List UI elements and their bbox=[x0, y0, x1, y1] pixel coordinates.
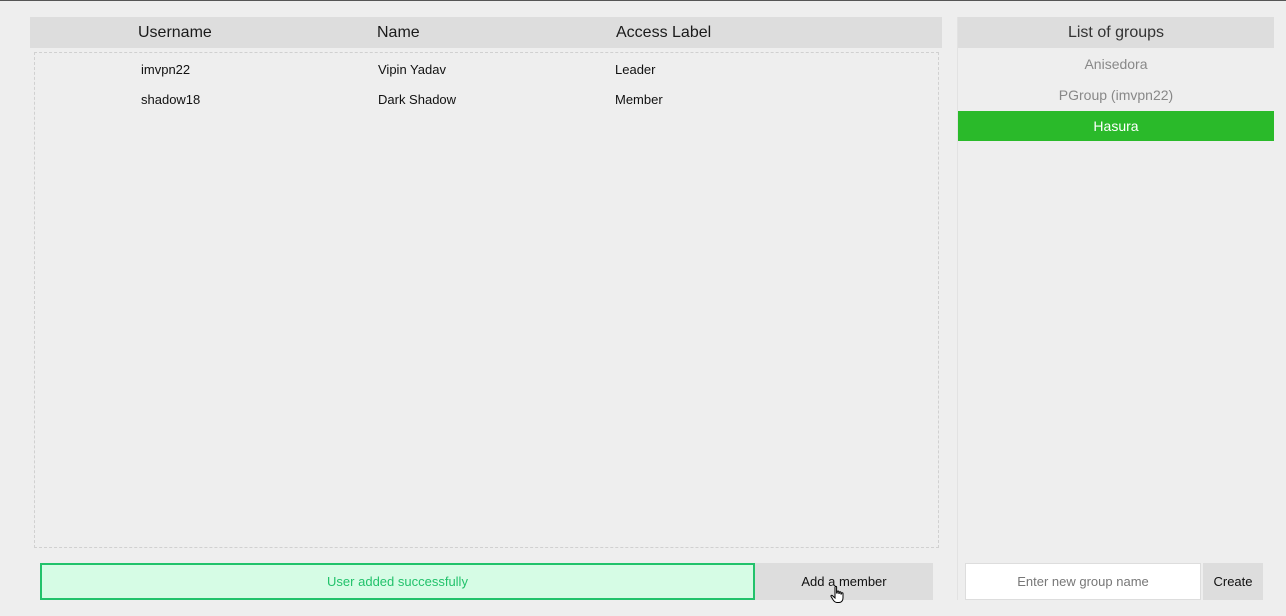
column-header-name[interactable]: Name bbox=[377, 24, 420, 42]
new-group-name-input[interactable] bbox=[965, 563, 1201, 600]
create-group-button[interactable]: Create bbox=[1203, 563, 1263, 600]
cell-username: imvpn22 bbox=[141, 62, 191, 77]
groups-panel-title: List of groups bbox=[958, 17, 1274, 48]
table-row[interactable]: shadow18 Dark Shadow Member bbox=[35, 84, 938, 112]
cell-access-label: Member bbox=[615, 92, 663, 107]
members-table-body: imvpn22 Vipin Yadav Leader shadow18 Dark… bbox=[34, 52, 939, 548]
table-row[interactable]: imvpn22 Vipin Yadav Leader bbox=[35, 54, 938, 82]
status-message: User added successfully bbox=[40, 563, 755, 600]
cell-access-label: Leader bbox=[615, 62, 656, 77]
column-header-access-label[interactable]: Access Label bbox=[616, 24, 711, 42]
group-item-pgroup[interactable]: PGroup (imvpn22) bbox=[958, 80, 1274, 110]
cell-username: shadow18 bbox=[141, 92, 201, 107]
groups-panel: List of groups Anisedora PGroup (imvpn22… bbox=[957, 17, 1274, 600]
add-member-button[interactable]: Add a member bbox=[755, 563, 933, 600]
cell-name: Vipin Yadav bbox=[378, 62, 446, 77]
group-item-hasura[interactable]: Hasura bbox=[958, 111, 1274, 141]
column-header-username[interactable]: Username bbox=[138, 24, 212, 42]
members-table-header: Username Name Access Label bbox=[30, 17, 942, 48]
cell-name: Dark Shadow bbox=[378, 92, 457, 107]
top-divider bbox=[0, 0, 1286, 1]
group-item-anisedora[interactable]: Anisedora bbox=[958, 49, 1274, 79]
